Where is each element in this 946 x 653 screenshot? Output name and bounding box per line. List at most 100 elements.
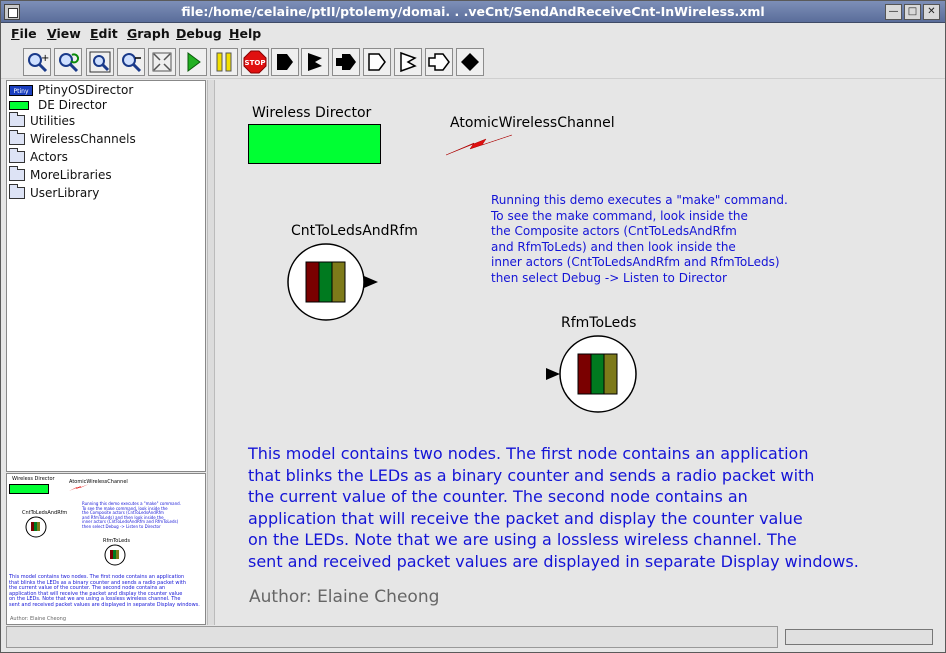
note-line: Running this demo executes a "make" comm… (491, 193, 788, 207)
folder-icon (9, 130, 25, 145)
zoom-in-icon: + (28, 53, 49, 73)
run-button[interactable] (179, 48, 207, 76)
relation-button[interactable] (456, 48, 484, 76)
tree-item-label: DE Director (38, 98, 107, 112)
rfm-to-leds-node[interactable] (546, 335, 646, 417)
menu-debug[interactable]: Debug (176, 26, 222, 41)
stop-icon: STOP (243, 50, 267, 74)
tree-item-label: MoreLibraries (30, 168, 112, 182)
fullscreen-button[interactable] (148, 48, 176, 76)
output-port-button[interactable] (301, 48, 329, 76)
overview-panel[interactable]: Wireless Director AtomicWirelessChannel … (6, 473, 206, 625)
minimize-button[interactable]: — (885, 4, 902, 20)
description-line: on the LEDs. Note that we are using a lo… (248, 530, 797, 550)
port-output-icon (308, 53, 322, 71)
zoom-out-icon (122, 53, 142, 73)
menu-view[interactable]: View (47, 26, 81, 41)
tree-item-label: Utilities (30, 114, 76, 128)
note-line: the Composite actors (CntToLedsAndRfm (491, 224, 737, 239)
mini-description-line: sent and received packet values are disp… (9, 601, 200, 608)
zoom-fit-icon (89, 51, 111, 73)
status-bar (6, 626, 778, 648)
description-line: application that will receive the packet… (248, 508, 803, 528)
description-line: that blinks the LEDs as a binary counter… (248, 465, 815, 485)
run-icon (187, 52, 201, 72)
tree-item-actors[interactable]: Actors (9, 148, 68, 166)
zoom-in-button[interactable]: + (23, 48, 51, 76)
mini-note: Running this demo executes a "make" comm… (82, 501, 182, 530)
note-line: To see the make command, look inside the (491, 208, 748, 223)
menu-bar: File View Edit Graph Debug Help (1, 24, 945, 44)
port-inout-icon (336, 54, 356, 70)
multiport-output-button[interactable] (394, 48, 422, 76)
zoom-out-button[interactable] (117, 48, 145, 76)
note-annotation[interactable]: Running this demo executes a "make" comm… (491, 193, 788, 287)
node1-label: CntToLedsAndRfm (291, 223, 418, 239)
director-label: Wireless Director (252, 105, 372, 121)
folder-icon (9, 166, 25, 181)
mini-note-line: then select Debug -> Listen to Director (82, 523, 161, 529)
mini-author: Author: Elaine Cheong (10, 616, 66, 622)
menu-file[interactable]: File (11, 26, 37, 41)
mini-director-label: Wireless Director (12, 476, 55, 482)
progress-bar (785, 629, 933, 645)
tree-item-label: PtinyOSDirector (38, 83, 134, 97)
mini-director-box (9, 484, 49, 494)
graph-canvas[interactable]: Wireless Director AtomicWirelessChannel … (216, 80, 943, 625)
menu-help[interactable]: Help (229, 26, 261, 41)
description-line: sent and received packet values are disp… (248, 551, 859, 571)
port-input-icon (277, 54, 293, 70)
multiport-input-button[interactable] (363, 48, 391, 76)
channel-label: AtomicWirelessChannel (450, 115, 615, 131)
multiport-output-icon (400, 51, 417, 73)
panel-splitter[interactable] (207, 80, 215, 625)
tree-item-wireless-channels[interactable]: WirelessChannels (9, 130, 136, 148)
mini-description: This model contains two nodes. The first… (9, 574, 205, 608)
author-annotation[interactable]: Author: Elaine Cheong (249, 587, 439, 607)
folder-icon (9, 148, 25, 163)
tree-item-label: UserLibrary (30, 186, 100, 200)
toolbar: + STOP (1, 45, 945, 79)
cnt-to-leds-and-rfm-node[interactable] (286, 242, 382, 324)
mini-lightning-icon (69, 484, 89, 491)
multiport-inout-button[interactable] (425, 48, 453, 76)
note-line: then select Debug -> Listen to Director (491, 270, 727, 285)
stop-icon-label: STOP (245, 59, 266, 67)
de-director-icon (9, 100, 29, 110)
multiport-inout-icon (428, 53, 450, 71)
ptinyos-director-icon: Ptiny (9, 84, 33, 96)
application-window: file:/home/celaine/ptII/ptolemy/domai. .… (0, 0, 946, 653)
tree-item-utilities[interactable]: Utilities (9, 112, 75, 130)
description-line: the current value of the counter. The se… (248, 487, 748, 507)
folder-icon (9, 184, 25, 199)
fullscreen-icon (152, 52, 172, 72)
input-port-button[interactable] (271, 48, 299, 76)
inout-port-button[interactable] (332, 48, 360, 76)
tree-item-label: WirelessChannels (30, 132, 136, 146)
node2-label: RfmToLeds (561, 315, 637, 331)
tree-item-user-library[interactable]: UserLibrary (9, 184, 99, 202)
relation-icon (461, 53, 479, 71)
pause-icon (216, 52, 232, 72)
tree-item-more-libraries[interactable]: MoreLibraries (9, 166, 112, 184)
zoom-reset-icon (59, 53, 80, 73)
lightning-icon[interactable] (444, 133, 514, 157)
description-line: This model contains two nodes. The first… (248, 444, 809, 463)
note-line: and RfmToLeds) and then look inside the (491, 239, 736, 254)
menu-edit[interactable]: Edit (90, 26, 118, 41)
note-line: inner actors (CntToLedsAndRfm and RfmToL… (491, 255, 780, 270)
library-tree[interactable]: Ptiny PtinyOSDirector DE Director Utilit… (6, 80, 206, 472)
zoom-fit-button[interactable] (86, 48, 114, 76)
zoom-reset-button[interactable] (54, 48, 82, 76)
folder-icon (9, 112, 25, 127)
wireless-director-box[interactable] (248, 124, 381, 164)
window-title: file:/home/celaine/ptII/ptolemy/domai. .… (181, 4, 765, 19)
stop-button[interactable]: STOP (241, 48, 269, 76)
description-annotation[interactable]: This model contains two nodes. The first… (248, 443, 859, 573)
close-button[interactable]: ✕ (923, 4, 940, 20)
pause-button[interactable] (210, 48, 238, 76)
tree-item-label: Actors (30, 150, 68, 164)
title-bar[interactable]: file:/home/celaine/ptII/ptolemy/domai. .… (1, 1, 945, 23)
maximize-button[interactable]: □ (904, 4, 921, 20)
menu-graph[interactable]: Graph (127, 26, 170, 41)
